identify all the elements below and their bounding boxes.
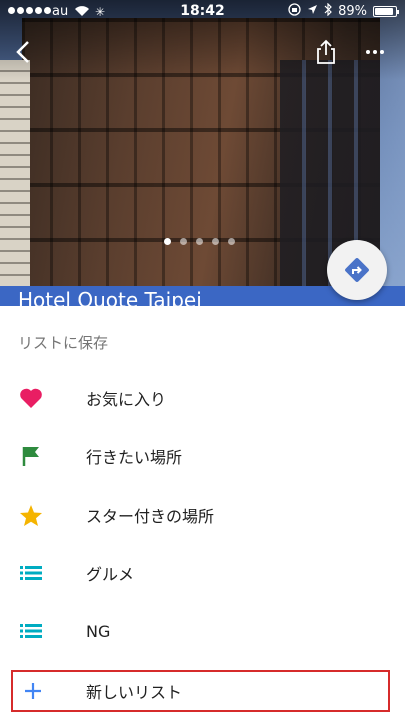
list-item-favorites[interactable]: お気に入り	[0, 369, 405, 427]
pager-dot[interactable]	[180, 238, 187, 245]
new-list-button[interactable]: 新しいリスト	[11, 670, 390, 712]
orientation-lock-icon	[288, 3, 301, 20]
photo-pager	[164, 238, 235, 245]
save-to-list-sheet: リストに保存 お気に入り 行きたい場所 スター付きの場所 グルメ NG 新しいリ…	[0, 306, 405, 720]
more-dot	[366, 50, 370, 54]
list-icon	[18, 560, 44, 586]
list-item-gourmet[interactable]: グルメ	[0, 544, 405, 602]
more-dot	[373, 50, 377, 54]
heart-icon	[18, 385, 44, 411]
share-button[interactable]	[312, 38, 340, 66]
location-arrow-icon	[307, 4, 318, 19]
directions-button[interactable]	[327, 240, 387, 300]
pager-dot[interactable]	[196, 238, 203, 245]
status-bar: au ✳ 18:42 89%	[0, 0, 405, 24]
chevron-left-icon	[16, 41, 29, 63]
plus-icon	[20, 678, 46, 704]
battery-fill	[375, 8, 393, 15]
list-item-want-to-go[interactable]: 行きたい場所	[0, 427, 405, 485]
list-item-label: お気に入り	[86, 390, 167, 409]
bluetooth-icon	[324, 2, 332, 20]
new-list-label: 新しいリスト	[86, 683, 183, 702]
neighbor-building	[0, 60, 30, 306]
place-title: Hotel Quote Taipei	[18, 288, 202, 306]
pager-dot[interactable]	[164, 238, 171, 245]
directions-icon	[345, 258, 369, 282]
pager-dot[interactable]	[212, 238, 219, 245]
battery-percent: 89%	[338, 4, 367, 19]
list-item-ng[interactable]: NG	[0, 602, 405, 660]
flag-icon	[18, 443, 44, 469]
list-item-label: NG	[86, 621, 111, 641]
list-item-label: 行きたい場所	[86, 448, 183, 467]
list-item-label: グルメ	[86, 565, 135, 584]
star-icon	[18, 502, 44, 528]
battery-icon	[373, 6, 399, 17]
sheet-title: リストに保存	[18, 334, 109, 352]
list-item-starred[interactable]: スター付きの場所	[0, 486, 405, 544]
more-options-button[interactable]	[360, 40, 390, 64]
pager-dot[interactable]	[228, 238, 235, 245]
status-right-group: 89%	[288, 2, 399, 20]
list-item-label: スター付きの場所	[86, 507, 215, 526]
list-icon	[18, 618, 44, 644]
share-icon	[317, 39, 335, 64]
back-button[interactable]	[8, 36, 40, 68]
more-dot	[380, 50, 384, 54]
